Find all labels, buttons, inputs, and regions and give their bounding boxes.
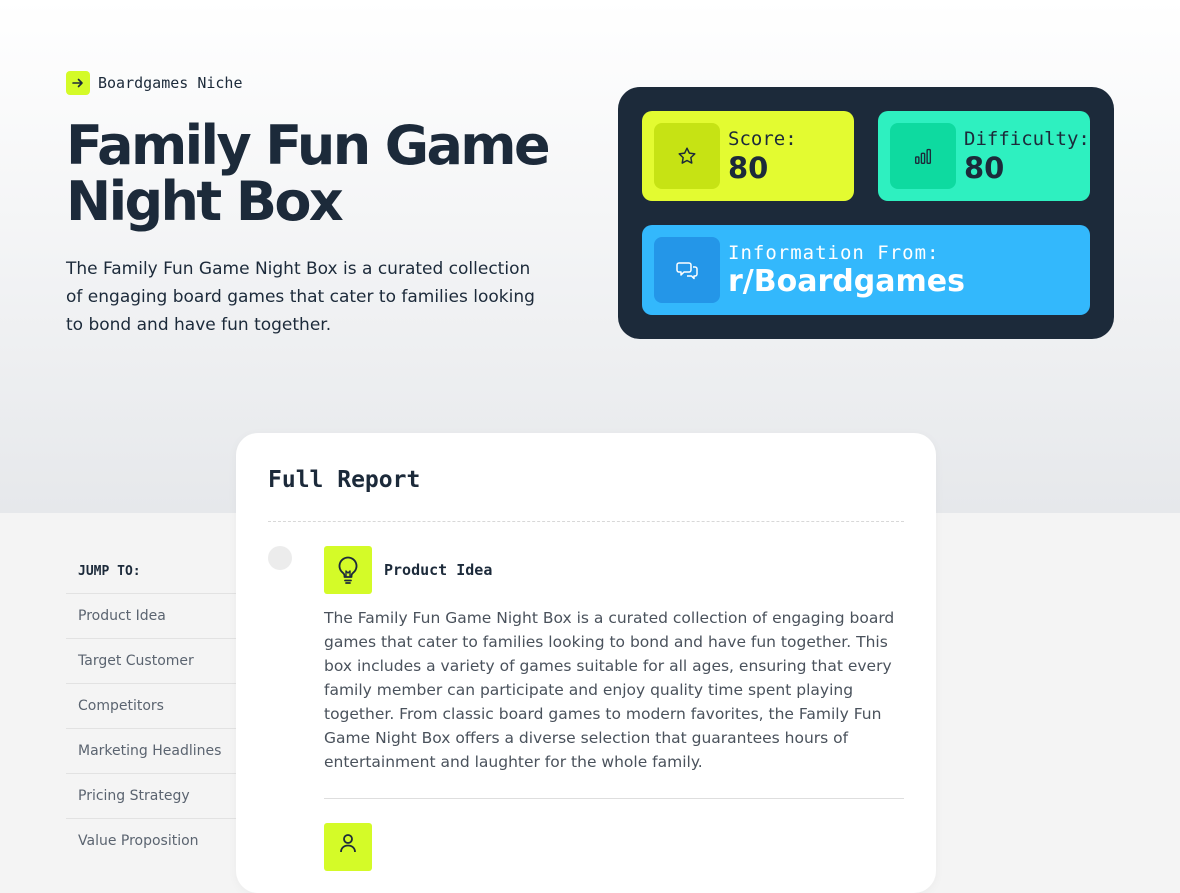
section-title-product-idea: Product Idea [384, 561, 493, 579]
jump-to-heading: JUMP TO: [78, 564, 141, 579]
bar-chart-icon [890, 123, 956, 189]
sidebar-item-competitors[interactable]: Competitors [66, 683, 236, 728]
sidebar-item-marketing-headlines[interactable]: Marketing Headlines [66, 728, 236, 773]
section-divider [324, 798, 904, 799]
source-label: Information From: [728, 242, 940, 264]
niche-label: Boardgames Niche [98, 74, 243, 92]
score-value: 80 [728, 151, 769, 185]
section-marker [268, 546, 292, 570]
section-body-product-idea: The Family Fun Game Night Box is a curat… [324, 609, 895, 771]
niche-tag[interactable]: Boardgames Niche [66, 71, 243, 95]
difficulty-label: Difficulty: [964, 128, 1090, 150]
page-description: The Family Fun Game Night Box is a curat… [66, 259, 535, 335]
page-title: Family Fun Game Night Box [66, 114, 551, 233]
lightbulb-icon [324, 546, 372, 594]
jump-to-sidebar: JUMP TO: Product Idea Target Customer Co… [66, 555, 236, 863]
arrow-right-icon [66, 71, 90, 95]
source-card[interactable]: Information From: r/Boardgames [642, 225, 1090, 315]
report-divider [268, 521, 904, 522]
report-title: Full Report [268, 467, 421, 493]
star-icon [654, 123, 720, 189]
score-label: Score: [728, 128, 797, 150]
person-icon [324, 823, 372, 871]
score-card: Score: 80 [642, 111, 854, 201]
sidebar-item-product-idea[interactable]: Product Idea [66, 593, 236, 638]
stats-panel: Score: 80 Difficulty: 80 Information Fro… [618, 87, 1114, 339]
source-value[interactable]: r/Boardgames [728, 265, 965, 299]
sidebar-item-target-customer[interactable]: Target Customer [66, 638, 236, 683]
difficulty-value: 80 [964, 151, 1005, 185]
difficulty-card: Difficulty: 80 [878, 111, 1090, 201]
sidebar-item-value-proposition[interactable]: Value Proposition [66, 818, 236, 863]
chat-bubbles-icon [654, 237, 720, 303]
sidebar-item-pricing-strategy[interactable]: Pricing Strategy [66, 773, 236, 818]
full-report-card: Full Report Product Idea The Family Fun … [236, 433, 936, 893]
